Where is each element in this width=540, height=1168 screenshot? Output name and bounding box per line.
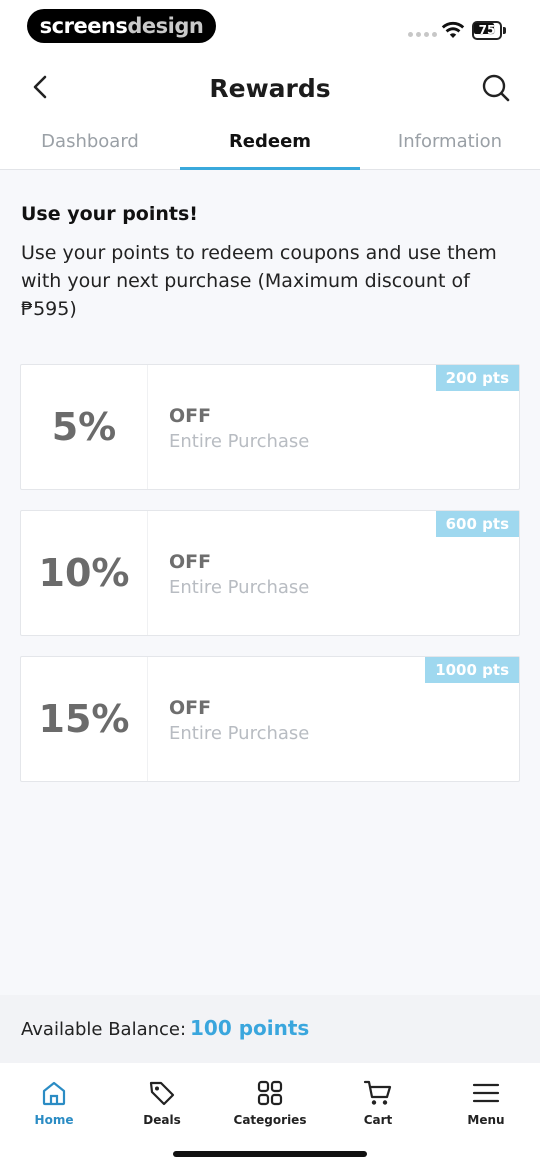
app-header: Rewards: [0, 52, 540, 124]
intro-heading: Use your points!: [21, 203, 198, 225]
back-button[interactable]: [26, 72, 56, 102]
coupon-scope: Entire Purchase: [169, 577, 310, 598]
home-icon: [42, 1081, 66, 1106]
chevron-left-icon: [33, 75, 47, 99]
battery-level: 75: [478, 23, 496, 37]
intro-text: Use your points to redeem coupons and us…: [21, 242, 497, 320]
coupon-card[interactable]: 15% OFF Entire Purchase 1000 pts: [20, 656, 520, 782]
coupon-percent: 15%: [38, 697, 130, 741]
coupon-divider: [147, 511, 148, 635]
status-bar: screens design 75: [0, 0, 540, 52]
coupon-points-badge: 200 pts: [435, 365, 519, 391]
tab-information[interactable]: Information: [360, 124, 540, 170]
coupon-scope: Entire Purchase: [169, 723, 310, 744]
nav-label: Home: [34, 1113, 74, 1127]
tab-redeem[interactable]: Redeem: [180, 124, 360, 170]
coupon-points-badge: 600 pts: [435, 511, 519, 537]
watermark-logo: screens design: [27, 9, 216, 43]
cellular-signal-icon: [408, 32, 437, 37]
coupon-percent: 10%: [38, 551, 130, 595]
wifi-icon: [441, 21, 465, 38]
coupon-divider: [147, 657, 148, 781]
tab-dashboard[interactable]: Dashboard: [0, 124, 180, 170]
watermark-part-a: screens: [39, 14, 128, 38]
coupon-divider: [147, 365, 148, 489]
coupon-off-label: OFF: [169, 697, 212, 719]
coupon-card[interactable]: 5% OFF Entire Purchase 200 pts: [20, 364, 520, 490]
search-button[interactable]: [480, 72, 512, 104]
search-icon: [482, 74, 510, 102]
grid-icon: [257, 1080, 283, 1106]
nav-menu[interactable]: Menu: [432, 1063, 540, 1143]
watermark-part-b: design: [127, 14, 204, 38]
nav-label: Categories: [233, 1113, 307, 1127]
balance-bar: Available Balance: 100 points: [0, 995, 540, 1063]
balance-label: Available Balance:: [21, 1019, 187, 1040]
page-title: Rewards: [209, 74, 331, 103]
battery-icon: 75: [472, 21, 506, 40]
menu-icon: [472, 1083, 500, 1103]
coupon-off-label: OFF: [169, 551, 212, 573]
nav-deals[interactable]: Deals: [108, 1063, 216, 1143]
tab-bar: Dashboard Redeem Information: [0, 124, 540, 170]
coupon-percent: 5%: [51, 405, 117, 449]
cart-icon: [363, 1080, 392, 1105]
coupon-points-badge: 1000 pts: [425, 657, 519, 683]
coupon-off-label: OFF: [169, 405, 212, 427]
intro-section: Use your points! Use your points to rede…: [21, 203, 521, 323]
home-indicator: [173, 1151, 367, 1157]
active-tab-indicator: [180, 167, 360, 170]
nav-categories[interactable]: Categories: [216, 1063, 324, 1143]
balance-value: 100 points: [190, 1016, 310, 1040]
nav-home[interactable]: Home: [0, 1063, 108, 1143]
nav-label: Menu: [467, 1113, 505, 1127]
nav-cart[interactable]: Cart: [324, 1063, 432, 1143]
nav-label: Deals: [143, 1113, 181, 1127]
coupon-scope: Entire Purchase: [169, 431, 310, 452]
coupon-card[interactable]: 10% OFF Entire Purchase 600 pts: [20, 510, 520, 636]
tag-icon: [149, 1081, 175, 1106]
nav-label: Cart: [363, 1113, 393, 1127]
